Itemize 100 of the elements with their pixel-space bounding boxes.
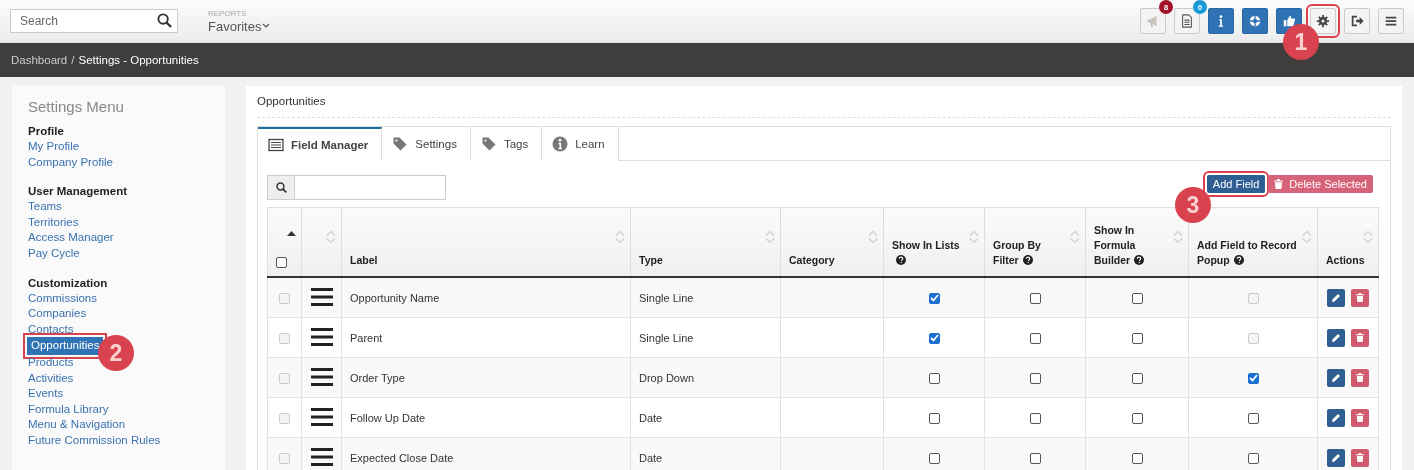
pencil-icon	[1331, 332, 1341, 343]
notification-badge: 0	[1193, 0, 1207, 14]
notification-badge: 8	[1159, 0, 1173, 14]
sidebar-item[interactable]: Events	[26, 386, 66, 402]
checkbox[interactable]	[928, 332, 940, 344]
table-cell: Follow Up Date	[350, 411, 426, 424]
tab[interactable]: Tags	[470, 127, 543, 161]
drag-handle-icon[interactable]	[310, 327, 333, 346]
checkbox[interactable]	[1247, 372, 1259, 384]
delete-button[interactable]	[1351, 408, 1369, 427]
checkbox[interactable]	[928, 452, 940, 464]
sidebar-item[interactable]: Commissions	[26, 290, 99, 307]
table-cell: Parent	[350, 331, 383, 344]
column-header: Type	[639, 253, 663, 268]
breadcrumb-separator: /	[71, 54, 75, 66]
row-checkbox[interactable]	[279, 452, 290, 464]
drag-handle-icon[interactable]	[310, 447, 333, 466]
sidebar-item[interactable]: Formula Library	[26, 401, 111, 418]
checkbox[interactable]	[1131, 292, 1143, 304]
trash-icon	[1356, 413, 1364, 422]
settings-icon	[1316, 14, 1330, 28]
column-header: Add Field to Record Popup	[1197, 238, 1297, 268]
section-heading: User Management	[28, 184, 129, 200]
table-cell: Drop Down	[639, 371, 695, 384]
tab[interactable]: Settings	[382, 127, 471, 161]
sign-out-button[interactable]	[1344, 8, 1370, 34]
delete-button[interactable]	[1351, 288, 1369, 307]
sidebar-item[interactable]: Activities	[26, 370, 76, 387]
pencil-icon	[1331, 412, 1341, 423]
checkbox[interactable]	[1131, 372, 1143, 384]
edit-button[interactable]	[1327, 448, 1345, 467]
column-header: Actions	[1326, 253, 1365, 268]
menu-button[interactable]	[1378, 8, 1404, 34]
delete-button[interactable]	[1351, 448, 1369, 467]
tab[interactable]: Field Manager	[258, 127, 383, 161]
row-checkbox[interactable]	[279, 412, 290, 424]
checkbox[interactable]	[1131, 412, 1143, 424]
checkbox[interactable]	[1029, 412, 1041, 424]
sidebar-item[interactable]: Companies	[26, 306, 89, 322]
search-icon	[275, 182, 287, 193]
checkbox[interactable]	[1029, 452, 1041, 464]
edit-button[interactable]	[1327, 368, 1345, 387]
row-checkbox[interactable]	[279, 332, 290, 344]
info-button[interactable]	[1208, 8, 1234, 34]
table-cell: Single Line	[639, 331, 694, 344]
sort-ascending-icon[interactable]	[287, 230, 296, 236]
checkbox[interactable]	[1029, 372, 1041, 384]
thumbs-up-icon	[1282, 14, 1296, 28]
sidebar-item[interactable]: Pay Cycle	[26, 245, 82, 262]
delete-selected-button[interactable]: Delete Selected	[1268, 175, 1373, 193]
column-header: Group By Filter	[993, 238, 1042, 268]
pencil-icon	[1331, 372, 1341, 383]
sidebar-item[interactable]: Access Manager	[26, 230, 116, 246]
column-header: Show In Formula Builder	[1094, 223, 1168, 268]
drag-handle-icon[interactable]	[310, 367, 333, 386]
row-checkbox[interactable]	[279, 292, 290, 304]
megaphone-button[interactable]	[1140, 8, 1166, 34]
sidebar-item[interactable]: Contacts	[26, 321, 76, 338]
sidebar-title: Settings Menu	[28, 98, 125, 115]
sign-out-icon	[1350, 14, 1364, 28]
checkbox[interactable]	[1131, 332, 1143, 344]
sidebar-item[interactable]: Territories	[26, 214, 81, 231]
delete-button[interactable]	[1351, 368, 1369, 387]
sidebar-item[interactable]: Products	[26, 354, 76, 371]
checkbox[interactable]	[928, 292, 940, 304]
delete-button[interactable]	[1351, 328, 1369, 347]
trash-icon	[1356, 373, 1364, 382]
checkbox[interactable]	[1247, 452, 1259, 464]
edit-button[interactable]	[1327, 328, 1345, 347]
drag-handle-icon[interactable]	[310, 407, 333, 426]
edit-button[interactable]	[1327, 408, 1345, 427]
edit-button[interactable]	[1327, 288, 1345, 307]
filter-field[interactable]	[267, 175, 446, 200]
table-cell: Order Type	[350, 371, 405, 384]
panel-title: Opportunities	[257, 95, 1391, 118]
row-checkbox[interactable]	[279, 372, 290, 384]
lifebuoy-icon	[1248, 14, 1262, 28]
sidebar-item[interactable]: My Profile	[26, 139, 82, 155]
drag-handle-icon[interactable]	[310, 287, 333, 306]
checkbox[interactable]	[928, 412, 940, 424]
sidebar-item[interactable]: Future Commission Rules	[26, 432, 163, 449]
sidebar-item[interactable]: Teams	[26, 199, 64, 215]
checkbox[interactable]	[1029, 332, 1041, 344]
select-all-checkbox[interactable]	[276, 257, 287, 268]
sidebar-item[interactable]: Company Profile	[26, 154, 115, 171]
step-number: 2	[98, 335, 134, 372]
tab[interactable]: Learn	[542, 127, 619, 161]
checkbox[interactable]	[1131, 452, 1143, 464]
search-field[interactable]: Search	[10, 9, 178, 33]
checkbox[interactable]	[928, 372, 940, 384]
document-button[interactable]	[1174, 8, 1200, 34]
checkbox[interactable]	[1029, 292, 1041, 304]
checkbox[interactable]	[1247, 412, 1259, 424]
sidebar-item[interactable]: Menu & Navigation	[26, 417, 128, 433]
trash-icon	[1356, 333, 1364, 342]
breadcrumb-link[interactable]: Dashboard	[11, 54, 68, 66]
column-header: Category	[789, 253, 835, 268]
tag-icon	[392, 136, 409, 152]
favorites-dropdown[interactable]: Favorites	[208, 18, 271, 34]
lifebuoy-button[interactable]	[1242, 8, 1268, 34]
